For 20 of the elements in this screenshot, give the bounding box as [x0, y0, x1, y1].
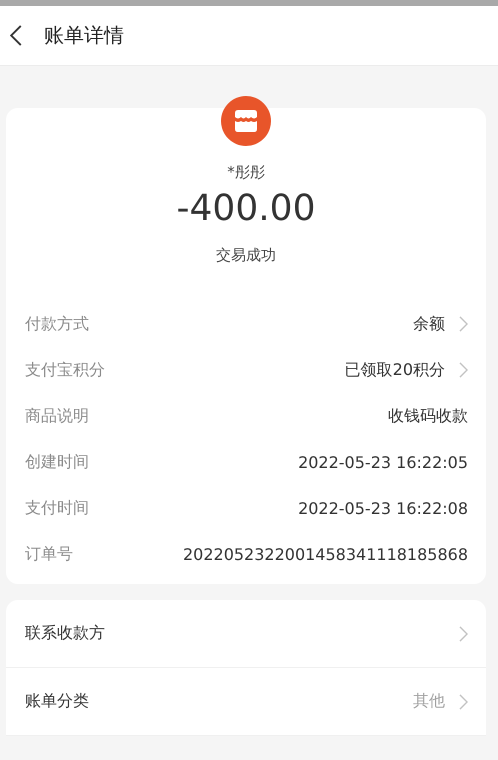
action-label[interactable]: 联系收款方	[25, 623, 445, 644]
status-text: 交易成功	[216, 245, 276, 266]
amount: -400.00	[176, 187, 316, 231]
detail-value[interactable]: 余额	[413, 314, 445, 334]
detail-label: 付款方式	[25, 314, 90, 334]
detail-value: 2022052322001458341118185868	[182, 544, 468, 564]
detail-label: 订单号	[25, 544, 74, 564]
payee-name: *彤彤	[227, 162, 265, 182]
detail-label: 商品说明	[25, 406, 90, 426]
page-title: 账单详情	[44, 22, 124, 49]
detail-label: 支付宝积分	[25, 360, 106, 380]
detail-label: 创建时间	[25, 452, 90, 472]
action-label[interactable]: 账单分类	[25, 691, 413, 712]
action-value: 其他	[413, 691, 445, 712]
back-icon[interactable]	[10, 25, 22, 46]
detail-value: 2022-05-23 16:22:05	[298, 452, 468, 472]
detail-label: 支付时间	[25, 498, 90, 518]
detail-value: 收钱码收款	[388, 406, 468, 426]
detail-value[interactable]: 已领取20积分	[344, 360, 445, 380]
detail-value: 2022-05-23 16:22:08	[298, 498, 468, 518]
